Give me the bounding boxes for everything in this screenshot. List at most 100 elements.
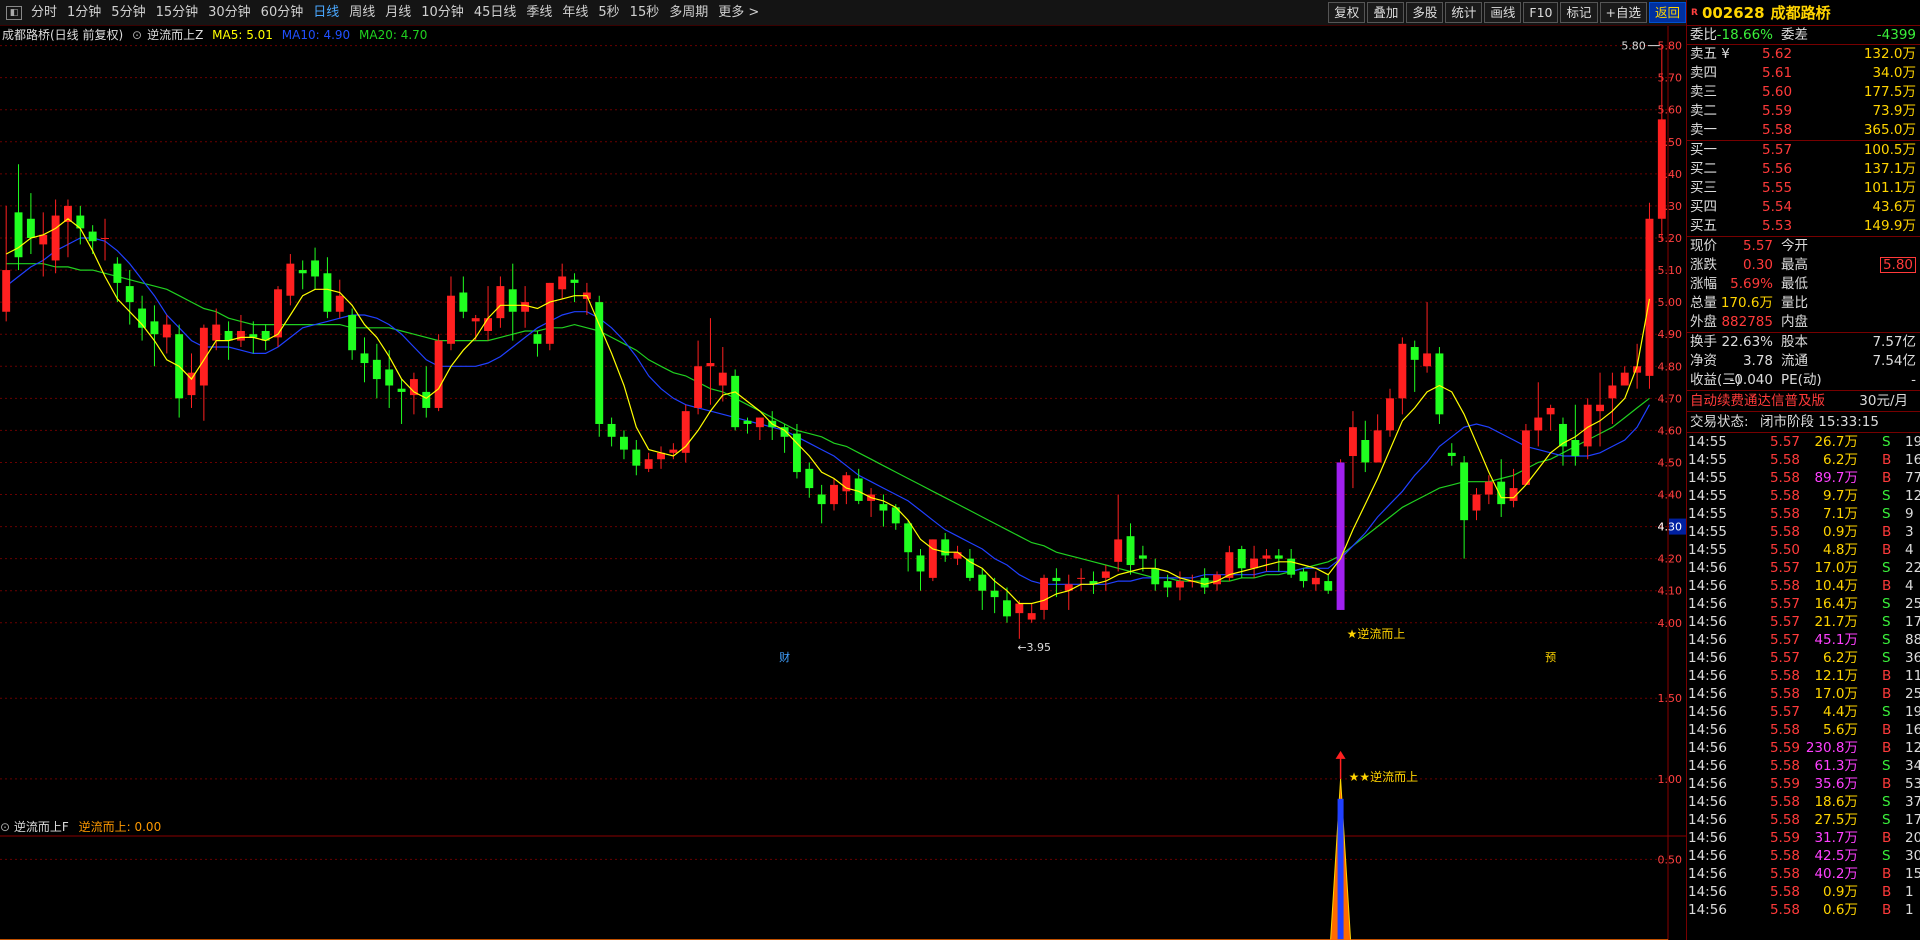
period-tab-5[interactable]: 60分钟 (256, 2, 309, 24)
bid-level-4[interactable]: 买五 5.53 149.9万 (1687, 217, 1920, 236)
trade-row[interactable]: 14:56 5.58 5.6万 B 16 (1687, 721, 1920, 739)
trade-row[interactable]: 14:56 5.57 21.7万 S 17 (1687, 613, 1920, 631)
toolbar-button-5[interactable]: F10 (1523, 2, 1559, 23)
promo-price[interactable]: 30元/月 (1859, 391, 1908, 412)
toolbar-button-7[interactable]: +自选 (1599, 2, 1647, 23)
panel-toggle-icon[interactable]: ◧ (6, 5, 22, 20)
trade-volume: 12.1万 (1814, 668, 1858, 684)
quote-value: 5.69% (1730, 276, 1773, 292)
low-price-label: ←3.95 (1017, 641, 1051, 654)
period-tab-14[interactable]: 15秒 (625, 2, 665, 24)
trade-row[interactable]: 14:56 5.57 17.0万 S 22 (1687, 559, 1920, 577)
promo-row[interactable]: 自动续费通达信普及版 30元/月 (1687, 391, 1920, 412)
ask-level-0[interactable]: 卖五 ¥ 5.62 132.0万 (1687, 45, 1920, 64)
toolbar-button-3[interactable]: 统计 (1445, 2, 1483, 23)
ask-level-4[interactable]: 卖一 5.58 365.0万 (1687, 121, 1920, 140)
trade-row[interactable]: 14:56 5.58 10.4万 B 4 (1687, 577, 1920, 595)
bid-level-2[interactable]: 买三 5.55 101.1万 (1687, 179, 1920, 198)
trade-row[interactable]: 14:55 5.50 4.8万 B 4 (1687, 541, 1920, 559)
candle-body (51, 215, 60, 261)
trade-row[interactable]: 14:56 5.59 31.7万 B 20 (1687, 829, 1920, 847)
trade-row[interactable]: 14:55 5.58 6.2万 B 16 (1687, 451, 1920, 469)
period-tab-13[interactable]: 5秒 (593, 2, 624, 24)
trade-row[interactable]: 14:56 5.58 0.9万 B 1 (1687, 883, 1920, 901)
ask-level-1[interactable]: 卖四 5.61 34.0万 (1687, 64, 1920, 83)
period-tab-3[interactable]: 15分钟 (151, 2, 204, 24)
toolbar-button-8[interactable]: 返回 (1648, 2, 1686, 23)
y-tick-label: 4.90 (1658, 328, 1683, 341)
candle (620, 430, 628, 460)
period-tab-0[interactable]: 分时 (26, 2, 62, 24)
trade-time: 14:56 (1688, 902, 1727, 918)
period-tab-6[interactable]: 日线 (308, 2, 344, 24)
ask-level-2[interactable]: 卖三 5.60 177.5万 (1687, 83, 1920, 102)
candle (372, 343, 381, 399)
trade-row[interactable]: 14:56 5.58 42.5万 S 30 (1687, 847, 1920, 865)
period-tab-15[interactable]: 多周期 (664, 2, 713, 24)
promo-text[interactable]: 自动续费通达信普及版 (1690, 391, 1825, 412)
trade-row[interactable]: 14:56 5.57 16.4万 S 25 (1687, 595, 1920, 613)
candle (1447, 443, 1456, 466)
bid-level-1[interactable]: 买二 5.56 137.1万 (1687, 160, 1920, 179)
trade-flag: S (1882, 848, 1891, 864)
trade-time: 14:56 (1688, 650, 1727, 666)
candle-body (335, 295, 344, 312)
kline-chart[interactable]: 5.805.705.605.505.405.305.205.105.004.90… (0, 26, 1686, 940)
trade-row[interactable]: 14:55 5.58 89.7万 B 77 (1687, 469, 1920, 487)
candle-body (521, 302, 530, 312)
trade-row[interactable]: 14:56 5.58 0.6万 B 1 (1687, 901, 1920, 919)
sub-indicator-toggle-icon[interactable]: ⊙ (0, 820, 10, 834)
period-tab-7[interactable]: 周线 (344, 2, 380, 24)
sub-legend-label[interactable]: 逆流而上F (14, 820, 69, 834)
period-tab-2[interactable]: 5分钟 (106, 2, 150, 24)
candle (459, 276, 468, 319)
trade-ticks[interactable]: 14:555.5726.7万S1914:555.586.2万B1614:555.… (1687, 433, 1920, 919)
trade-row[interactable]: 14:56 5.59 230.8万 B 127 (1687, 739, 1920, 757)
candle-body (595, 302, 604, 424)
trade-row[interactable]: 14:55 5.58 9.7万 S 12 (1687, 487, 1920, 505)
quote-row-3: 总量 170.6万 量比 (1687, 294, 1920, 313)
ask-level-3[interactable]: 卖二 5.59 73.9万 (1687, 102, 1920, 121)
trade-row[interactable]: 14:56 5.57 6.2万 S 36 (1687, 649, 1920, 667)
trade-row[interactable]: 14:56 5.58 40.2万 B 15 (1687, 865, 1920, 883)
trade-row[interactable]: 14:56 5.58 18.6万 S 37 (1687, 793, 1920, 811)
trade-row[interactable]: 14:56 5.58 12.1万 B 11 (1687, 667, 1920, 685)
toolbar-button-0[interactable]: 复权 (1328, 2, 1366, 23)
bid-label: 买五 (1690, 218, 1717, 234)
period-tab-11[interactable]: 季线 (521, 2, 557, 24)
y-tick-label: 4.60 (1658, 424, 1683, 437)
trade-row[interactable]: 14:56 5.58 27.5万 S 17 (1687, 811, 1920, 829)
bid-level-3[interactable]: 买四 5.54 43.6万 (1687, 198, 1920, 217)
period-tab-16[interactable]: 更多 > (713, 2, 764, 24)
fund-label-2: PE(动) (1781, 372, 1822, 388)
trade-row[interactable]: 14:55 5.58 7.1万 S 9 (1687, 505, 1920, 523)
trade-time: 14:56 (1688, 596, 1727, 612)
trade-row[interactable]: 14:56 5.58 61.3万 S 34 (1687, 757, 1920, 775)
period-tab-1[interactable]: 1分钟 (62, 2, 106, 24)
period-tab-10[interactable]: 45日线 (469, 2, 522, 24)
candle-body (928, 539, 937, 578)
candle-body (434, 340, 443, 408)
toolbar-button-4[interactable]: 画线 (1484, 2, 1522, 23)
period-tab-8[interactable]: 月线 (380, 2, 416, 24)
candle-body (854, 478, 863, 501)
toolbar-button-1[interactable]: 叠加 (1367, 2, 1405, 23)
period-tab-9[interactable]: 10分钟 (416, 2, 469, 24)
toolbar-button-6[interactable]: 标记 (1560, 2, 1598, 23)
candle (792, 423, 801, 479)
y-tick-label: 4.20 (1658, 553, 1683, 566)
trade-row[interactable]: 14:56 5.58 17.0万 B 25 (1687, 685, 1920, 703)
period-tab-12[interactable]: 年线 (557, 2, 593, 24)
ask-price: 5.61 (1762, 65, 1793, 81)
trade-row[interactable]: 14:56 5.57 45.1万 S 88 (1687, 631, 1920, 649)
trade-row[interactable]: 14:55 5.57 26.7万 S 19 (1687, 433, 1920, 451)
high-price-box: 5.80 (1879, 257, 1916, 273)
trade-row[interactable]: 14:55 5.58 0.9万 B 3 (1687, 523, 1920, 541)
y-tick-label: 4.70 (1658, 392, 1683, 405)
signal-label-main: ★逆流而上 (1347, 626, 1406, 641)
trade-row[interactable]: 14:56 5.57 4.4万 S 19 (1687, 703, 1920, 721)
bid-level-0[interactable]: 买一 5.57 100.5万 (1687, 141, 1920, 160)
period-tab-4[interactable]: 30分钟 (203, 2, 256, 24)
trade-row[interactable]: 14:56 5.59 35.6万 B 53 (1687, 775, 1920, 793)
toolbar-button-2[interactable]: 多股 (1406, 2, 1444, 23)
